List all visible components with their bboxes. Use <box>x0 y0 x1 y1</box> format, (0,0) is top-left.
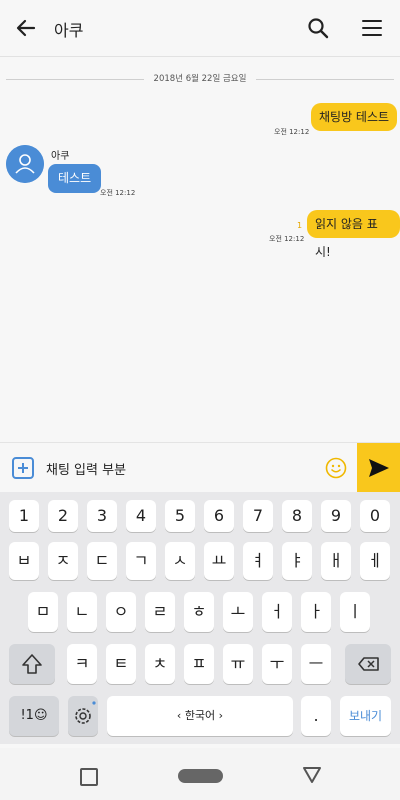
nav-back-triangle-icon[interactable] <box>302 766 322 784</box>
message-time: 오전 12:12 <box>274 128 310 136</box>
key-ieung[interactable]: ㅇ <box>106 592 136 632</box>
message-time: 오전 12:12 <box>269 235 305 243</box>
key-kieuk[interactable]: ㅋ <box>67 644 97 684</box>
key-8[interactable]: 8 <box>282 500 312 532</box>
key-chieut[interactable]: ㅊ <box>145 644 175 684</box>
date-separator: 2018년 6월 22일 금요일 <box>6 72 394 86</box>
key-ya[interactable]: ㅑ <box>282 542 312 580</box>
key-e[interactable]: ㅔ <box>360 542 390 580</box>
back-arrow-icon[interactable] <box>14 16 38 40</box>
message-input-bar: 채팅 입력 부분 <box>0 442 400 493</box>
date-label: 2018년 6월 22일 금요일 <box>153 74 247 84</box>
key-tieut[interactable]: ㅌ <box>106 644 136 684</box>
key-i[interactable]: ㅣ <box>340 592 370 632</box>
key-4[interactable]: 4 <box>126 500 156 532</box>
key-eu[interactable]: ㅡ <box>301 644 331 684</box>
key-0[interactable]: 0 <box>360 500 390 532</box>
key-pieup[interactable]: ㅍ <box>184 644 214 684</box>
recent-apps-icon[interactable] <box>80 768 98 786</box>
backspace-key[interactable] <box>345 644 391 684</box>
avatar[interactable] <box>6 145 44 183</box>
key-rieul[interactable]: ㄹ <box>145 592 175 632</box>
key-yu[interactable]: ㅠ <box>223 644 253 684</box>
settings-key[interactable] <box>68 696 98 736</box>
key-bieup[interactable]: ㅂ <box>9 542 39 580</box>
sender-name: 아쿠 <box>51 151 70 162</box>
backspace-icon <box>358 657 379 671</box>
key-eo[interactable]: ㅓ <box>262 592 292 632</box>
key-a[interactable]: ㅏ <box>301 592 331 632</box>
shift-icon <box>22 654 42 674</box>
keyboard: 1 2 3 4 5 6 7 8 9 0 ㅂ ㅈ ㄷ ㄱ ㅅ ㅛ ㅕ ㅑ ㅐ ㅔ … <box>0 492 400 744</box>
key-yo[interactable]: ㅛ <box>204 542 234 580</box>
key-ae[interactable]: ㅐ <box>321 542 351 580</box>
key-yeo[interactable]: ㅕ <box>243 542 273 580</box>
home-pill-icon[interactable] <box>178 769 223 783</box>
key-nieun[interactable]: ㄴ <box>67 592 97 632</box>
keyboard-send-key[interactable]: 보내기 <box>340 696 391 736</box>
key-5[interactable]: 5 <box>165 500 195 532</box>
hamburger-menu-icon[interactable] <box>360 16 384 40</box>
message-time: 오전 12:12 <box>100 189 136 197</box>
incoming-message-bubble[interactable]: 테스트 <box>48 164 102 193</box>
message-input[interactable]: 채팅 입력 부분 <box>46 459 126 478</box>
unread-count: 1 <box>297 221 303 230</box>
send-icon <box>369 459 389 477</box>
key-2[interactable]: 2 <box>48 500 78 532</box>
chat-title: 아쿠 <box>54 21 84 40</box>
key-mieum[interactable]: ㅁ <box>28 592 58 632</box>
key-u[interactable]: ㅜ <box>262 644 292 684</box>
shift-key[interactable] <box>9 644 55 684</box>
space-language-key[interactable]: ‹ 한국어 › <box>107 696 293 736</box>
key-o[interactable]: ㅗ <box>223 592 253 632</box>
key-siot[interactable]: ㅅ <box>165 542 195 580</box>
key-digeut[interactable]: ㄷ <box>87 542 117 580</box>
period-key[interactable]: . <box>301 696 331 736</box>
key-hieut[interactable]: ㅎ <box>184 592 214 632</box>
key-7[interactable]: 7 <box>243 500 273 532</box>
outgoing-message-bubble[interactable]: 읽지 않음 표시! <box>307 210 400 259</box>
symbols-key[interactable]: !1☺ <box>9 696 59 736</box>
plus-icon[interactable] <box>12 457 34 479</box>
search-icon[interactable] <box>306 16 330 40</box>
outgoing-message-bubble[interactable]: 채팅방 테스트 <box>311 103 398 131</box>
key-3[interactable]: 3 <box>87 500 117 532</box>
emoji-icon[interactable] <box>325 457 347 479</box>
key-giyeok[interactable]: ㄱ <box>126 542 156 580</box>
key-1[interactable]: 1 <box>9 500 39 532</box>
key-9[interactable]: 9 <box>321 500 351 532</box>
send-button[interactable] <box>357 443 400 493</box>
key-6[interactable]: 6 <box>204 500 234 532</box>
divider <box>256 79 394 80</box>
gear-icon <box>75 701 96 724</box>
top-bar: 아쿠 <box>0 0 400 57</box>
key-jieut[interactable]: ㅈ <box>48 542 78 580</box>
